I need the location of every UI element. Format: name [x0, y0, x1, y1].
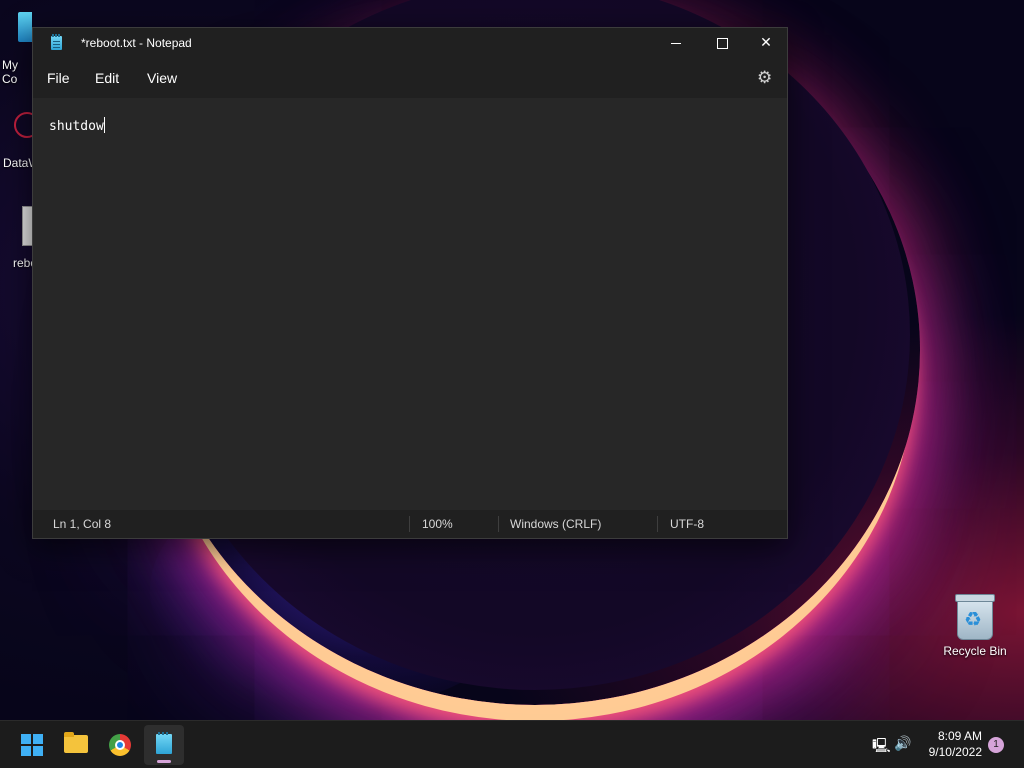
- status-line-ending: Windows (CRLF): [510, 517, 602, 531]
- recycle-bin-icon: ♻: [955, 594, 995, 640]
- desktop-icon-label: DataW: [3, 156, 32, 170]
- desktop-icon-datawarrior[interactable]: DataW: [0, 112, 32, 170]
- title-bar[interactable]: *reboot.txt - Notepad ✕: [33, 28, 787, 58]
- maximize-icon: [716, 37, 728, 49]
- datawarrior-icon: [14, 112, 32, 138]
- text-caret: [103, 117, 105, 133]
- active-app-indicator: [157, 760, 171, 763]
- notepad-app-icon: [51, 34, 62, 50]
- system-clock[interactable]: 8:09 AM 9/10/2022: [920, 728, 982, 760]
- status-divider: [409, 516, 410, 532]
- editor-content-line[interactable]: shutdow: [49, 117, 105, 134]
- taskbar-file-explorer[interactable]: [56, 725, 96, 765]
- status-divider: [498, 516, 499, 532]
- desktop-icon-reboot-txt[interactable]: rebo: [0, 206, 32, 270]
- windows-start-icon: [21, 734, 43, 756]
- volume-icon[interactable]: 🔊: [894, 735, 911, 752]
- chrome-icon: [109, 734, 131, 756]
- minimize-button[interactable]: [653, 28, 699, 58]
- notification-badge[interactable]: 1: [988, 737, 1004, 753]
- menu-edit[interactable]: Edit: [95, 70, 119, 86]
- notepad-icon: [156, 732, 172, 754]
- close-button[interactable]: ✕: [743, 28, 789, 58]
- file-explorer-icon: [64, 732, 88, 753]
- desktop-icon-recycle-bin[interactable]: ♻ Recycle Bin: [935, 594, 1015, 658]
- clock-date: 9/10/2022: [928, 745, 982, 759]
- computer-icon: [18, 12, 32, 42]
- text-file-icon: [22, 206, 32, 246]
- minimize-icon: [671, 42, 681, 44]
- network-icon[interactable]: 🖳: [872, 735, 891, 759]
- taskbar: 🖳 🔊 8:09 AM 9/10/2022 1: [0, 720, 1024, 768]
- desktop-icon-label: Recycle Bin: [943, 644, 1007, 658]
- clock-time: 8:09 AM: [937, 729, 982, 743]
- text-editor-area[interactable]: shutdow: [33, 98, 787, 510]
- notepad-window[interactable]: *reboot.txt - Notepad ✕ File Edit View ⚙…: [32, 27, 788, 539]
- close-icon: ✕: [760, 34, 772, 50]
- settings-gear-icon[interactable]: ⚙: [757, 68, 772, 88]
- status-encoding: UTF-8: [670, 517, 704, 531]
- menu-file[interactable]: File: [47, 70, 70, 86]
- status-bar: Ln 1, Col 8 100% Windows (CRLF) UTF-8: [33, 510, 787, 538]
- taskbar-notepad[interactable]: [144, 725, 184, 765]
- status-divider: [657, 516, 658, 532]
- maximize-button[interactable]: [699, 28, 745, 58]
- start-button[interactable]: [12, 725, 52, 765]
- status-zoom: 100%: [422, 517, 453, 531]
- taskbar-chrome[interactable]: [100, 725, 140, 765]
- desktop-icon-label: My Co: [2, 58, 18, 86]
- menu-bar: File Edit View ⚙: [33, 58, 787, 98]
- menu-view[interactable]: View: [147, 70, 177, 86]
- window-title: *reboot.txt - Notepad: [81, 36, 192, 50]
- status-cursor-position: Ln 1, Col 8: [53, 517, 112, 531]
- desktop-icon-my-computer[interactable]: My Co: [0, 12, 32, 86]
- desktop-icon-label: rebo: [13, 256, 32, 270]
- editor-text: shutdow: [49, 119, 104, 134]
